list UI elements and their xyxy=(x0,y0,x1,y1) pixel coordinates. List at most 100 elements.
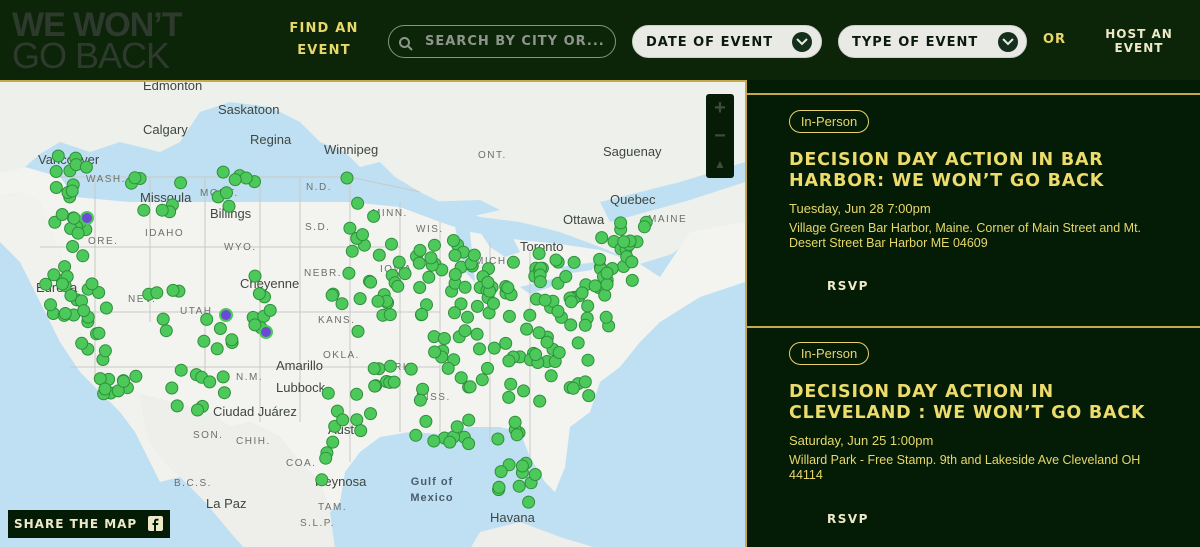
event-marker[interactable] xyxy=(216,165,230,179)
event-marker[interactable] xyxy=(356,228,369,242)
event-marker[interactable] xyxy=(155,203,169,217)
event-marker[interactable] xyxy=(559,270,573,283)
event-marker[interactable] xyxy=(422,270,436,284)
event-marker[interactable] xyxy=(351,324,365,338)
event-marker[interactable] xyxy=(343,221,357,235)
event-marker-selected[interactable] xyxy=(80,211,94,225)
event-marker[interactable] xyxy=(533,394,547,408)
event-marker[interactable] xyxy=(335,297,349,311)
event-marker[interactable] xyxy=(64,289,78,302)
event-marker[interactable] xyxy=(174,176,188,190)
event-marker[interactable] xyxy=(225,333,239,347)
event-marker[interactable] xyxy=(326,435,340,449)
event-marker[interactable] xyxy=(170,399,184,413)
event-marker[interactable] xyxy=(520,322,534,336)
event-marker[interactable] xyxy=(248,318,262,332)
event-marker[interactable] xyxy=(487,297,500,310)
event-marker[interactable] xyxy=(625,255,639,269)
host-event-link[interactable]: HOST AN EVENT xyxy=(1097,27,1181,55)
event-marker[interactable] xyxy=(600,277,614,291)
event-marker[interactable] xyxy=(67,211,81,225)
event-marker[interactable] xyxy=(239,171,253,185)
share-map-button[interactable]: SHARE THE MAP xyxy=(8,510,170,538)
event-card[interactable]: In-Person DECISION DAY ACTION IN BAR HAR… xyxy=(747,95,1200,328)
event-marker[interactable] xyxy=(598,288,612,302)
event-title[interactable]: DECISION DAY ACTION IN CLEVELAND : WE WO… xyxy=(789,382,1169,424)
event-marker[interactable] xyxy=(593,252,607,266)
search-input[interactable]: SEARCH BY CITY OR... xyxy=(388,25,616,58)
event-marker[interactable] xyxy=(441,361,455,375)
event-marker[interactable] xyxy=(427,434,441,448)
event-marker[interactable] xyxy=(47,268,61,282)
event-marker[interactable] xyxy=(398,267,412,281)
event-marker[interactable] xyxy=(419,414,433,428)
event-marker[interactable] xyxy=(156,312,170,326)
event-marker[interactable] xyxy=(447,234,460,247)
event-marker[interactable] xyxy=(528,468,542,481)
event-marker[interactable] xyxy=(137,203,151,217)
event-marker[interactable] xyxy=(159,324,173,338)
event-marker[interactable] xyxy=(191,403,204,417)
event-marker[interactable] xyxy=(222,199,236,213)
event-marker[interactable] xyxy=(353,292,367,306)
zoom-in-button[interactable]: + xyxy=(706,94,734,122)
event-marker[interactable] xyxy=(532,247,546,260)
event-marker[interactable] xyxy=(470,299,484,313)
event-marker[interactable] xyxy=(383,359,397,373)
event-marker[interactable] xyxy=(588,279,602,293)
event-card[interactable]: In-Person DECISION DAY ACTION IN CLEVELA… xyxy=(747,328,1200,547)
event-marker[interactable] xyxy=(551,304,565,318)
zoom-out-button[interactable]: − xyxy=(706,122,734,150)
event-marker[interactable] xyxy=(77,304,91,318)
event-marker[interactable] xyxy=(504,377,518,391)
event-marker[interactable] xyxy=(364,275,378,289)
find-event-link[interactable]: FIND AN EVENT xyxy=(278,18,370,62)
event-marker[interactable] xyxy=(409,428,423,442)
event-marker[interactable] xyxy=(415,307,429,321)
event-marker[interactable] xyxy=(92,326,106,340)
event-marker[interactable] xyxy=(458,280,472,294)
event-marker[interactable] xyxy=(578,375,592,389)
event-marker[interactable] xyxy=(340,171,354,185)
event-marker[interactable] xyxy=(404,362,418,376)
event-marker[interactable] xyxy=(600,266,614,280)
event-marker[interactable] xyxy=(428,238,441,252)
event-marker[interactable] xyxy=(481,275,495,289)
event-marker[interactable] xyxy=(617,235,631,249)
event-marker[interactable] xyxy=(502,354,516,368)
event-marker[interactable] xyxy=(462,437,476,451)
event-marker[interactable] xyxy=(564,318,578,332)
event-marker[interactable] xyxy=(228,173,242,187)
event-marker[interactable] xyxy=(217,386,231,400)
event-marker-selected[interactable] xyxy=(219,308,233,322)
event-marker[interactable] xyxy=(566,381,580,395)
type-filter-dropdown[interactable]: TYPE OF EVENT xyxy=(838,25,1027,58)
event-marker[interactable] xyxy=(165,381,179,395)
event-marker[interactable] xyxy=(49,181,63,194)
event-marker[interactable] xyxy=(529,348,543,361)
event-marker[interactable] xyxy=(117,374,130,388)
event-marker[interactable] xyxy=(387,375,401,389)
compass-icon[interactable]: ▲ xyxy=(706,150,734,178)
event-marker[interactable] xyxy=(351,196,365,210)
rsvp-button[interactable]: RSVP xyxy=(827,279,869,293)
event-marker[interactable] xyxy=(368,379,382,393)
event-marker[interactable] xyxy=(508,415,522,429)
event-marker[interactable] xyxy=(166,283,180,297)
event-marker[interactable] xyxy=(345,244,359,258)
event-marker[interactable] xyxy=(354,424,368,438)
event-marker[interactable] xyxy=(448,306,461,320)
event-marker[interactable] xyxy=(350,387,364,401)
event-marker[interactable] xyxy=(55,277,69,291)
event-marker[interactable] xyxy=(315,473,329,487)
event-list-panel[interactable]: In-Person DECISION DAY ACTION IN BAR HAR… xyxy=(745,80,1200,547)
event-marker[interactable] xyxy=(595,231,609,245)
event-marker[interactable] xyxy=(367,209,381,223)
event-marker[interactable] xyxy=(492,480,506,494)
event-marker[interactable] xyxy=(552,346,566,359)
event-marker[interactable] xyxy=(71,226,85,240)
event-marker[interactable] xyxy=(637,220,651,234)
event-marker[interactable] xyxy=(213,322,227,335)
event-marker[interactable] xyxy=(98,344,112,358)
event-marker[interactable] xyxy=(458,324,472,338)
